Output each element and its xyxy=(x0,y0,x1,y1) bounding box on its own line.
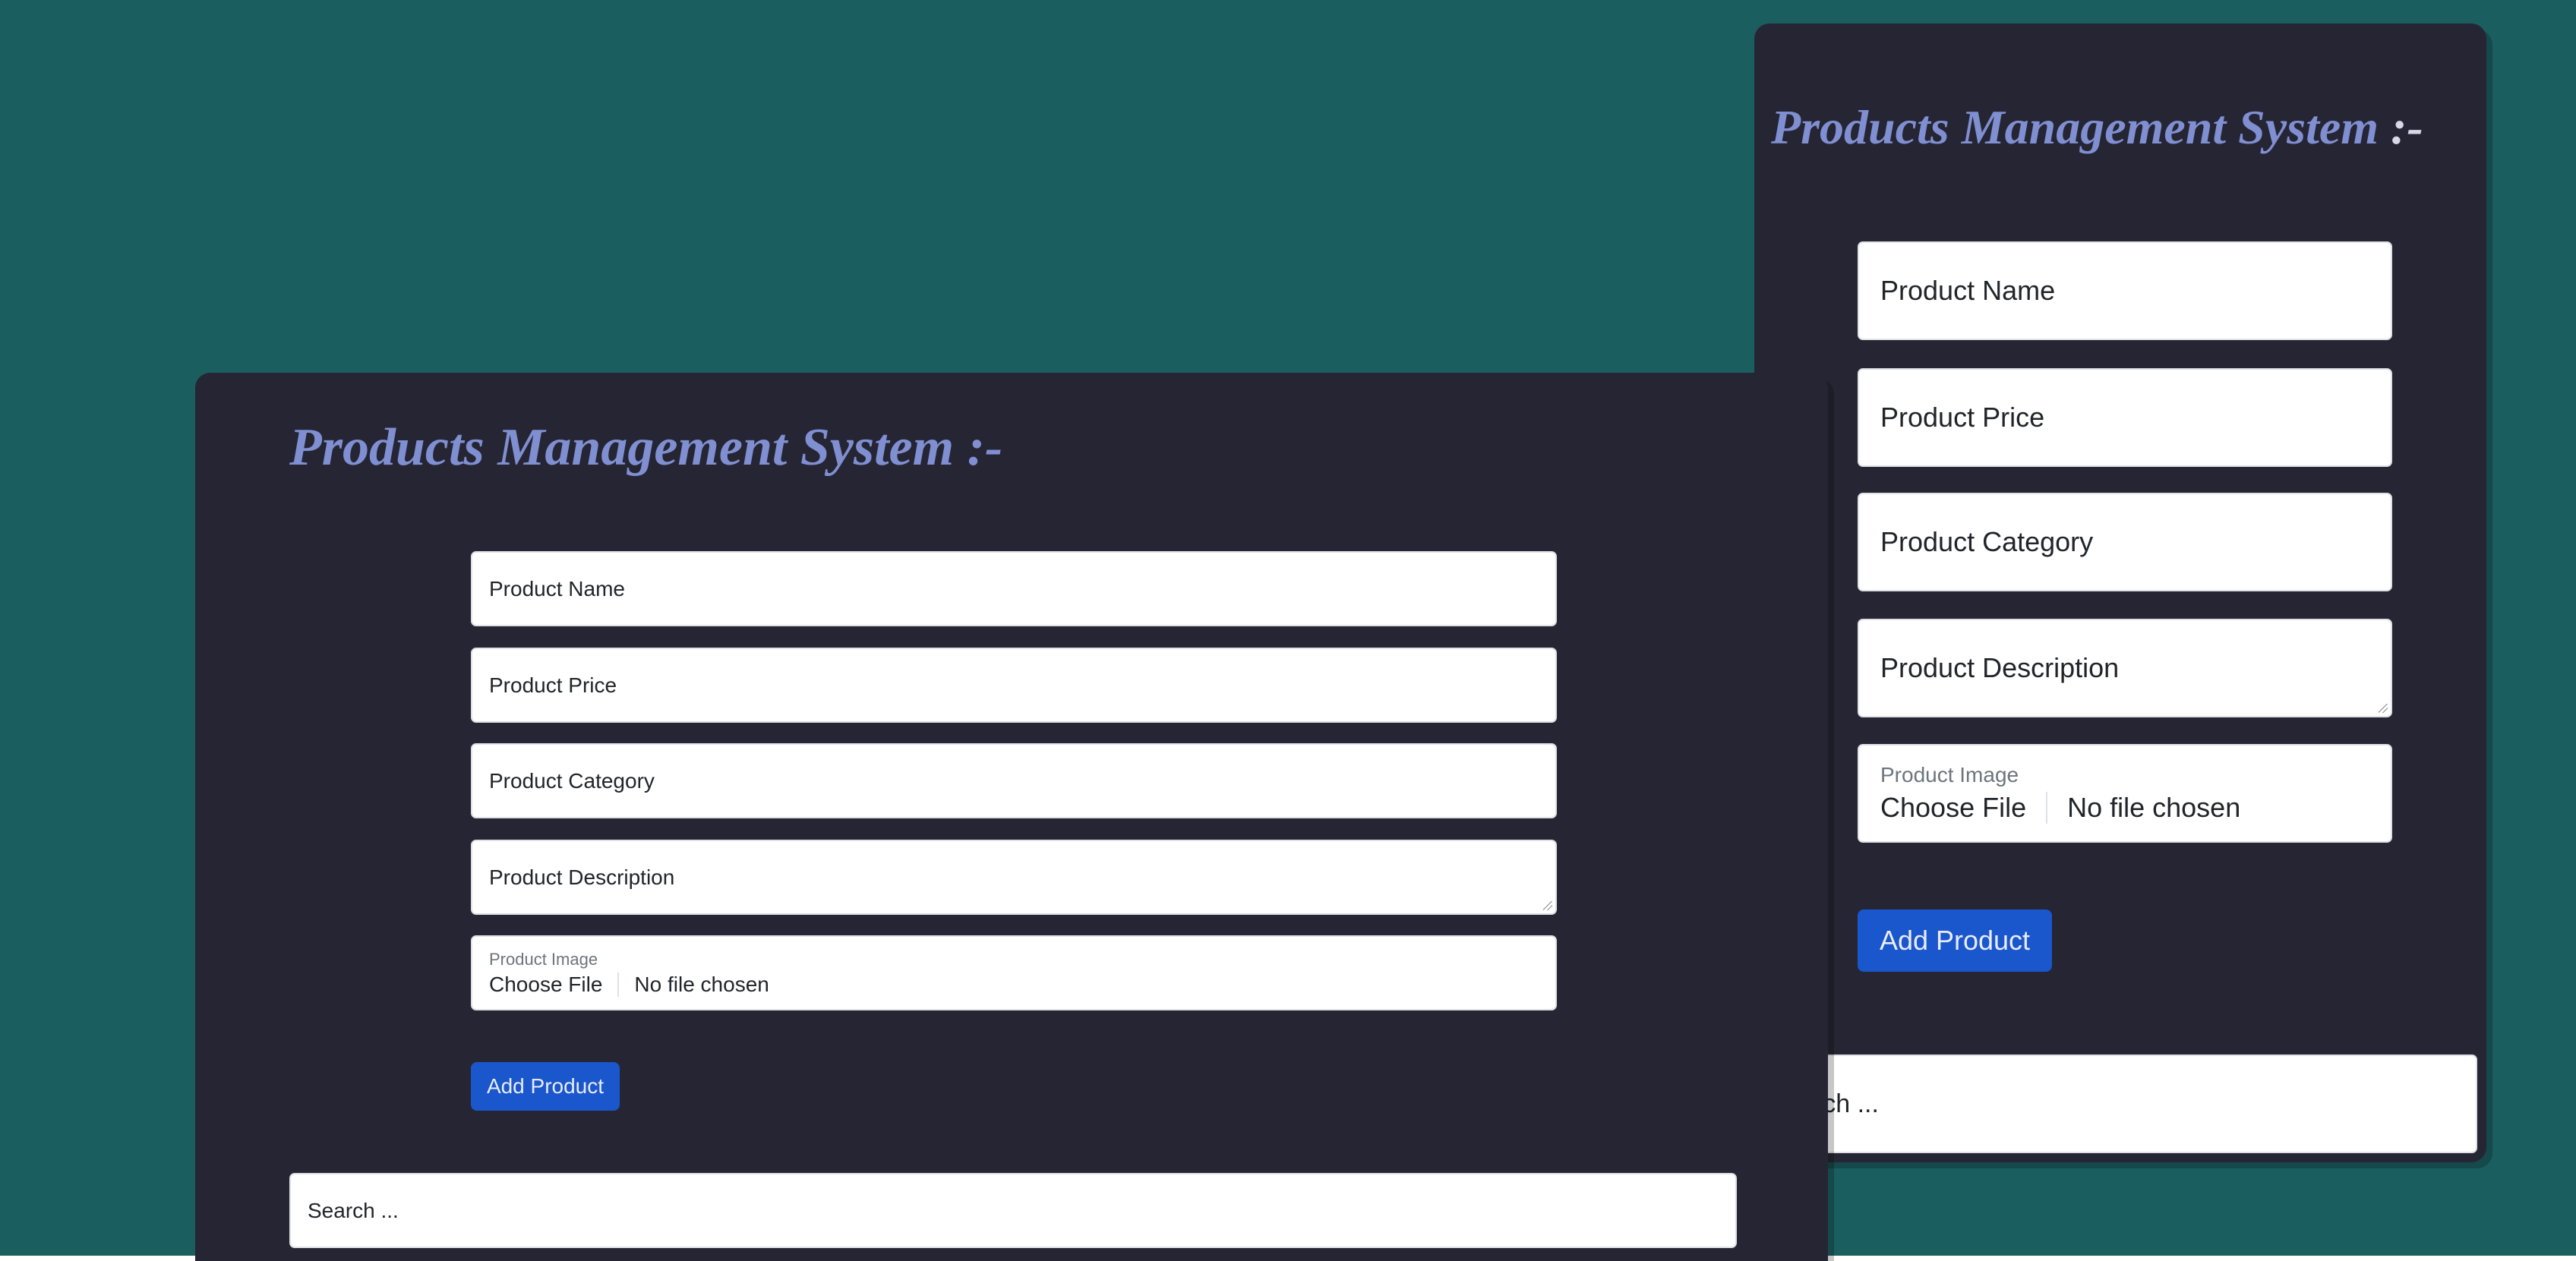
product-name-placeholder: Product Name xyxy=(489,576,625,601)
product-category-placeholder: Product Category xyxy=(489,768,655,793)
add-product-button[interactable]: Add Product xyxy=(1858,909,2052,972)
add-product-button[interactable]: Add Product xyxy=(471,1062,620,1111)
product-description-textarea[interactable]: Product Description xyxy=(1858,619,2392,717)
search-placeholder: Search ... xyxy=(308,1198,399,1222)
choose-file-button[interactable]: Choose File xyxy=(1880,792,2048,824)
page-title-suffix: :- xyxy=(967,418,1003,477)
product-description-textarea[interactable]: Product Description xyxy=(471,840,1557,915)
product-image-file-input[interactable]: Product Image Choose File No file chosen xyxy=(471,935,1557,1010)
resize-handle-icon[interactable] xyxy=(2379,704,2388,713)
product-image-label: Product Image xyxy=(1880,763,2019,787)
product-price-placeholder: Product Price xyxy=(489,673,617,697)
product-price-placeholder: Product Price xyxy=(1880,402,2045,433)
file-status-text: No file chosen xyxy=(634,972,769,996)
page-title: Products Management System :- xyxy=(1771,99,2423,156)
page-title-text: Products Management System xyxy=(1771,100,2391,154)
page-title-suffix: :- xyxy=(2391,100,2423,154)
product-name-placeholder: Product Name xyxy=(1880,275,2056,306)
product-form-card-front: Products Management System :- Product Na… xyxy=(195,373,1828,1261)
product-image-label: Product Image xyxy=(489,949,598,969)
product-description-placeholder: Product Description xyxy=(1880,652,2120,683)
search-input[interactable]: Search ... xyxy=(289,1173,1737,1248)
file-status-text: No file chosen xyxy=(2067,792,2241,823)
file-input-row: Choose File No file chosen xyxy=(489,972,769,997)
product-name-input[interactable]: Product Name xyxy=(471,551,1557,626)
product-price-input[interactable]: Product Price xyxy=(1858,368,2392,467)
choose-file-button[interactable]: Choose File xyxy=(489,972,620,997)
product-description-placeholder: Product Description xyxy=(489,865,675,889)
search-input[interactable]: arch ... xyxy=(1785,1055,2477,1153)
file-input-row: Choose File No file chosen xyxy=(1880,792,2240,824)
page-title: Products Management System :- xyxy=(289,418,1002,478)
page-title-text: Products Management System xyxy=(289,418,968,477)
resize-handle-icon[interactable] xyxy=(1543,901,1552,910)
product-image-file-input[interactable]: Product Image Choose File No file chosen xyxy=(1858,744,2392,843)
product-category-input[interactable]: Product Category xyxy=(1858,493,2392,591)
product-name-input[interactable]: Product Name xyxy=(1858,241,2392,340)
product-form-card-back: Products Management System :- Product Na… xyxy=(1754,24,2486,1162)
product-category-input[interactable]: Product Category xyxy=(471,743,1557,818)
product-category-placeholder: Product Category xyxy=(1880,526,2094,557)
product-price-input[interactable]: Product Price xyxy=(471,648,1557,723)
